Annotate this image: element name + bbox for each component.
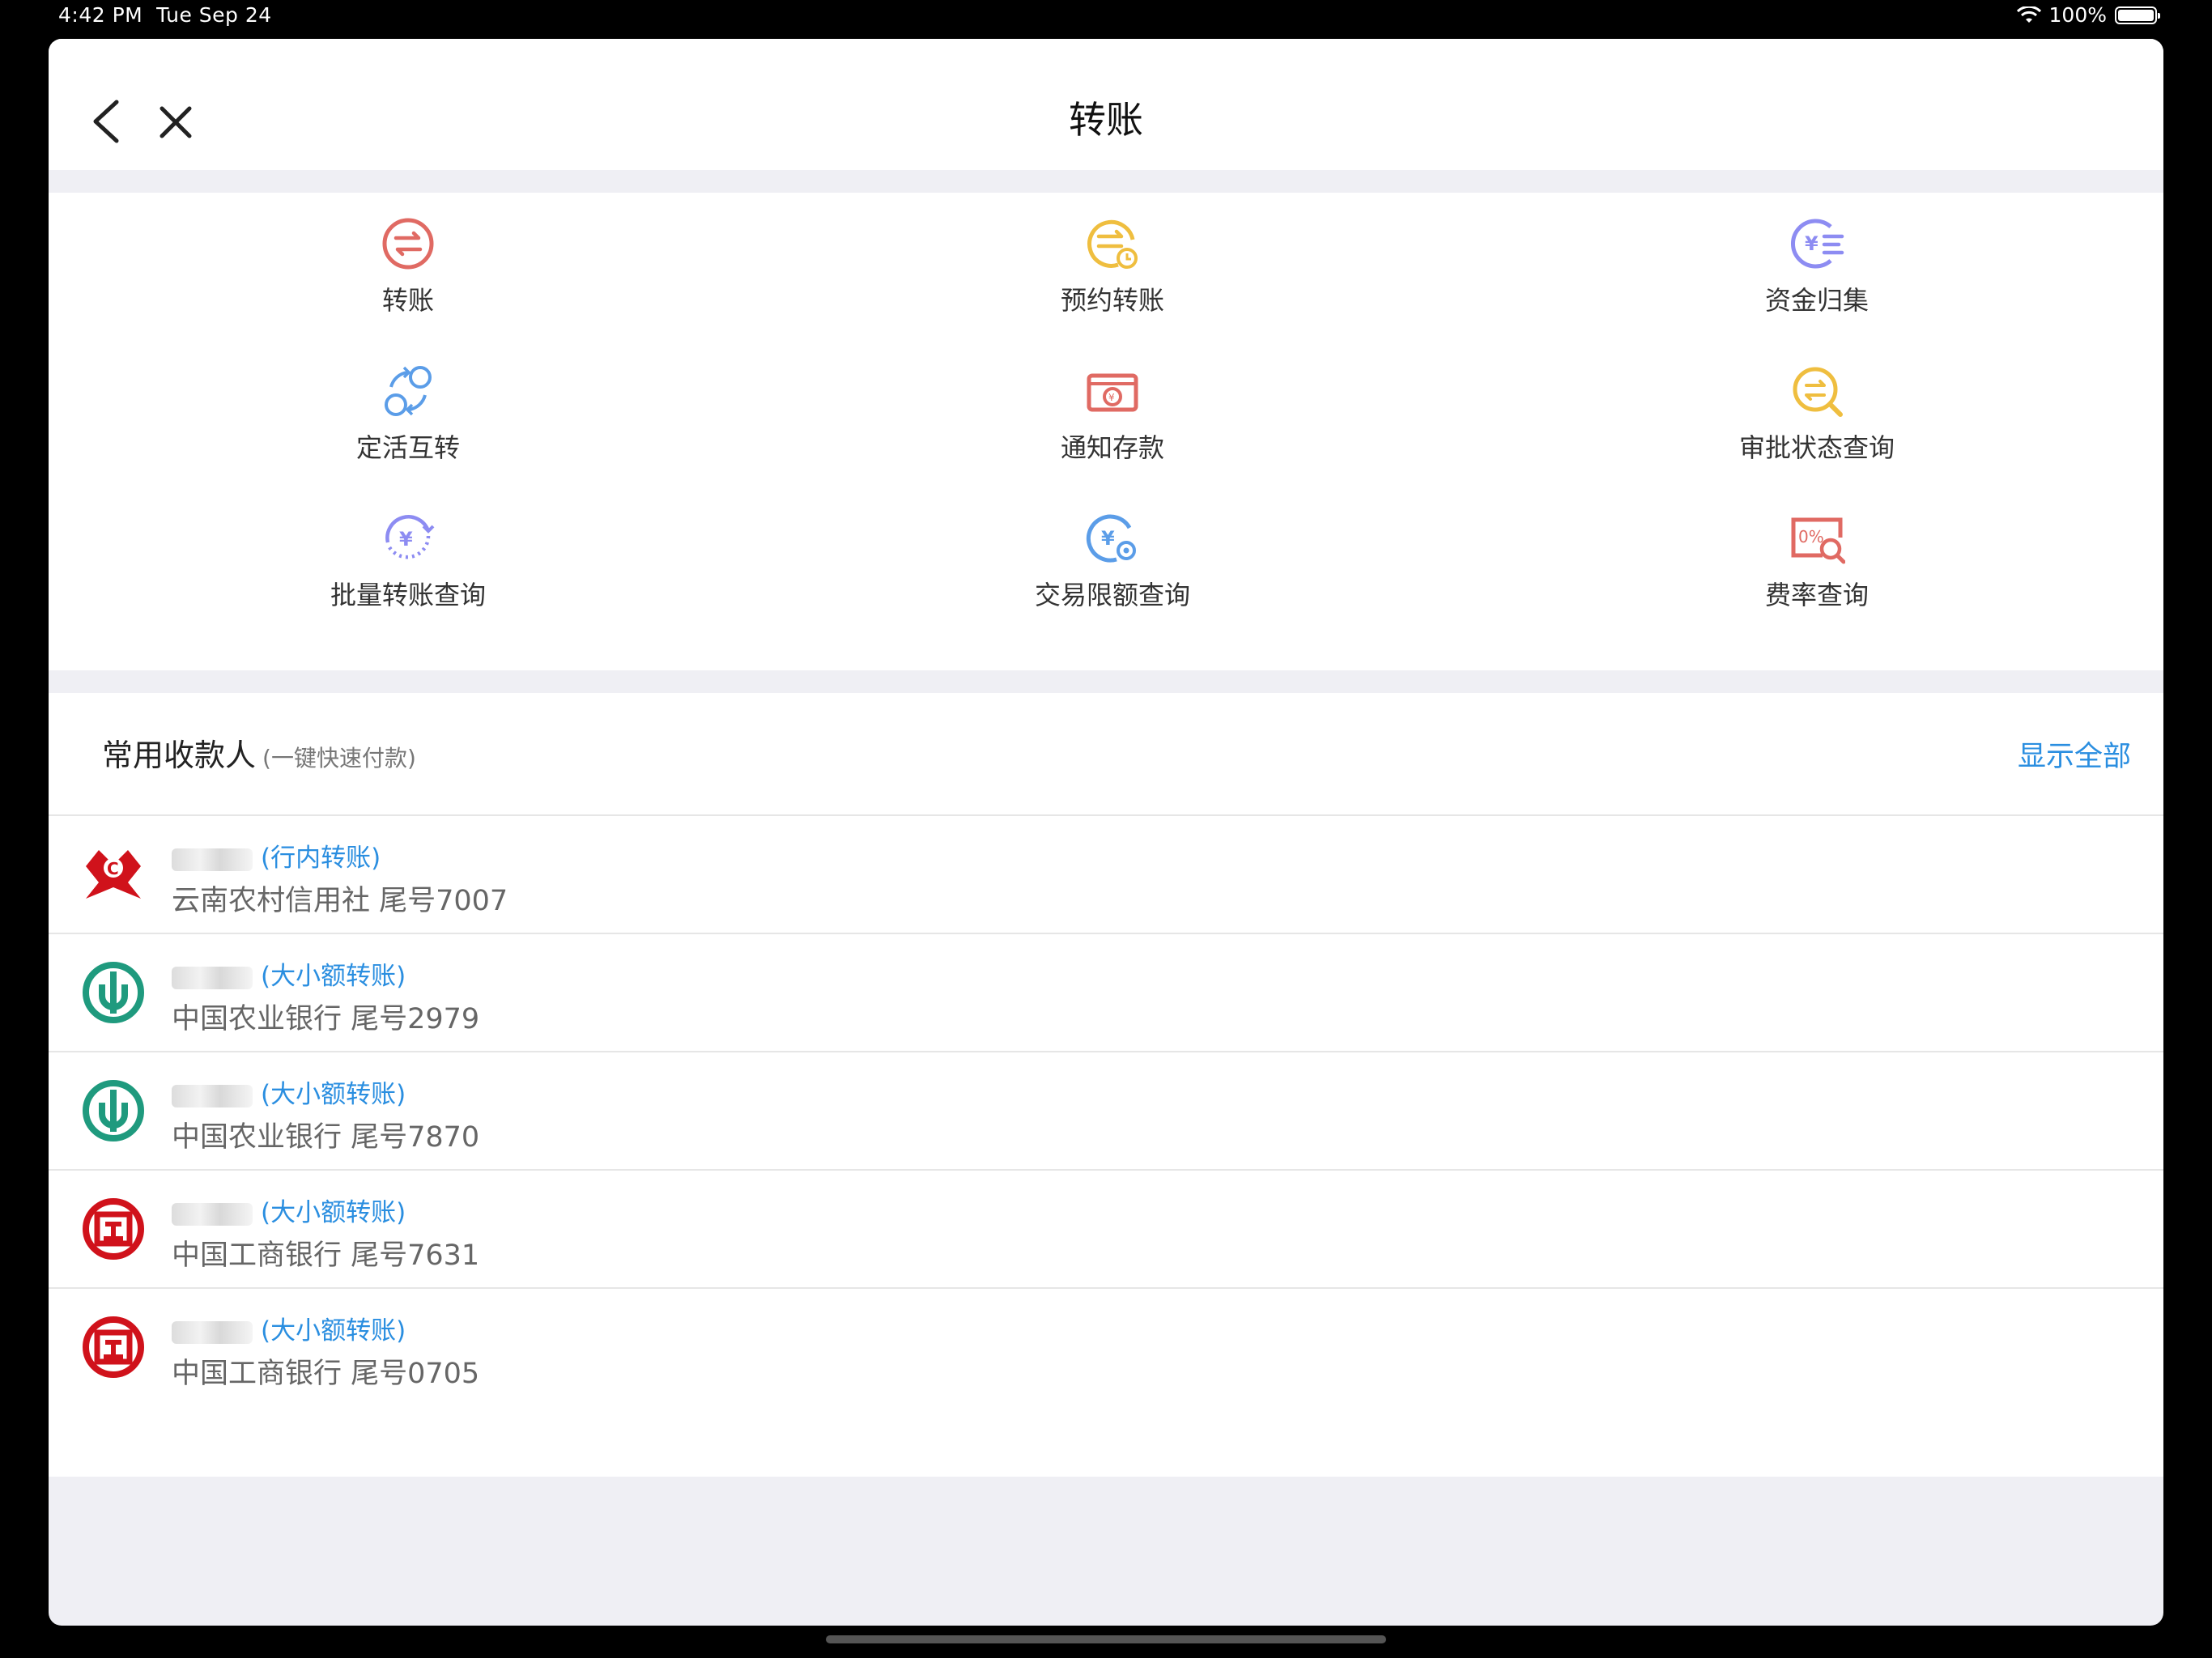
menu-label: 审批状态查询 (1738, 432, 1895, 463)
payee-name: (大小额转账) (172, 1073, 406, 1110)
fee-rate-icon: 0% (1791, 517, 1845, 564)
icbc-logo (83, 1198, 144, 1260)
nav-bar: 转账 (49, 39, 2163, 170)
menu-label: 交易限额查询 (1034, 580, 1190, 610)
payee-row[interactable]: C (行内转账) 云南农村信用社 尾号7007 (49, 816, 2163, 934)
menu-fee-rate[interactable]: 0% 费率查询 (1465, 510, 2163, 612)
transfer-sheet: 转账 转账 预约转账 ¥ 资金归集 定活互转 ¥ 通知存款 审批状态查询 ¥ 批… (49, 39, 2163, 1626)
payee-name: (大小额转账) (172, 1310, 406, 1346)
menu-batch-transfer[interactable]: ¥ 批量转账查询 (56, 510, 760, 612)
menu-fixed-current[interactable]: 定活互转 (56, 363, 760, 465)
payee-name: (行内转账) (172, 837, 381, 874)
payees-subtitle: (一键快速付款) (262, 745, 416, 772)
show-all-link[interactable]: 显示全部 (2018, 733, 2131, 775)
abc-logo (83, 1080, 144, 1141)
menu-label: 定活互转 (355, 432, 460, 463)
menu-label: 资金归集 (1764, 285, 1869, 316)
menu-fund-collection[interactable]: ¥ 资金归集 (1465, 215, 2163, 317)
function-grid: 转账 预约转账 ¥ 资金归集 定活互转 ¥ 通知存款 审批状态查询 ¥ 批量转账… (49, 193, 2163, 670)
payee-row[interactable]: (大小额转账) 中国农业银行 尾号7870 (49, 1052, 2163, 1171)
wifi-icon (2016, 6, 2041, 23)
payee-bank-info: 中国工商银行 尾号7631 (172, 1239, 480, 1272)
masked-name (172, 966, 253, 989)
approval-status-icon (1793, 367, 1843, 417)
menu-transaction-limit[interactable]: ¥ 交易限额查询 (760, 510, 1465, 612)
menu-scheduled-transfer[interactable]: 预约转账 (760, 215, 1465, 317)
payee-row[interactable]: (大小额转账) 中国工商银行 尾号7631 (49, 1171, 2163, 1289)
svg-text:¥: ¥ (1101, 527, 1115, 550)
svg-text:C: C (107, 859, 119, 878)
payee-row[interactable]: (大小额转账) 中国工商银行 尾号0705 (49, 1289, 2163, 1405)
battery-icon (2115, 6, 2160, 24)
payee-bank-info: 云南农村信用社 尾号7007 (172, 885, 508, 917)
menu-label: 费率查询 (1764, 580, 1869, 610)
abc-logo (83, 962, 144, 1023)
transfer-icon (382, 218, 434, 270)
fund-collection-icon: ¥ (1790, 219, 1844, 269)
svg-text:¥: ¥ (399, 528, 413, 551)
svg-text:¥: ¥ (1108, 392, 1115, 403)
fixed-current-exchange-icon (385, 366, 432, 416)
menu-notice-deposit[interactable]: ¥ 通知存款 (760, 363, 1465, 465)
masked-name (172, 1320, 253, 1344)
menu-label: 转账 (381, 285, 434, 316)
menu-label: 批量转账查询 (330, 580, 486, 610)
status-bar: 4:42 PM Tue Sep 24 100% (0, 0, 2212, 36)
payee-bank-info: 中国工商银行 尾号0705 (172, 1358, 480, 1390)
status-right: 100% (2016, 3, 2160, 27)
payees-title: 常用收款人 (一键快速付款) (102, 738, 416, 773)
masked-name (172, 848, 253, 871)
page-title: 转账 (1069, 98, 1143, 142)
masked-name (172, 1084, 253, 1107)
menu-transfer[interactable]: 转账 (56, 215, 760, 317)
payee-bank-info: 中国农业银行 尾号7870 (172, 1121, 480, 1154)
frequent-payees: 常用收款人 (一键快速付款) 显示全部 C (行内转账) 云南农村信用社 尾号70… (49, 693, 2163, 1477)
menu-label: 预约转账 (1060, 285, 1164, 316)
payee-bank-info: 中国农业银行 尾号2979 (172, 1003, 480, 1035)
payees-header: 常用收款人 (一键快速付款) 显示全部 (49, 693, 2163, 816)
home-indicator[interactable] (826, 1635, 1386, 1643)
rural-credit-logo: C (86, 850, 141, 899)
battery-percent: 100% (2048, 3, 2107, 27)
menu-approval-status[interactable]: 审批状态查询 (1465, 363, 2163, 465)
payee-name: (大小额转账) (172, 1192, 406, 1228)
scheduled-transfer-icon (1087, 219, 1138, 269)
svg-text:0%: 0% (1798, 527, 1824, 546)
batch-transfer-icon: ¥ (385, 515, 435, 559)
payee-row[interactable]: (大小额转账) 中国农业银行 尾号2979 (49, 934, 2163, 1052)
payee-name: (大小额转账) (172, 955, 406, 992)
icbc-logo (83, 1316, 144, 1378)
masked-name (172, 1202, 253, 1226)
svg-text:¥: ¥ (1805, 232, 1819, 255)
transaction-limit-icon: ¥ (1086, 514, 1136, 563)
notice-deposit-icon: ¥ (1087, 373, 1138, 412)
menu-label: 通知存款 (1060, 432, 1164, 463)
status-time: 4:42 PM Tue Sep 24 (58, 3, 272, 27)
